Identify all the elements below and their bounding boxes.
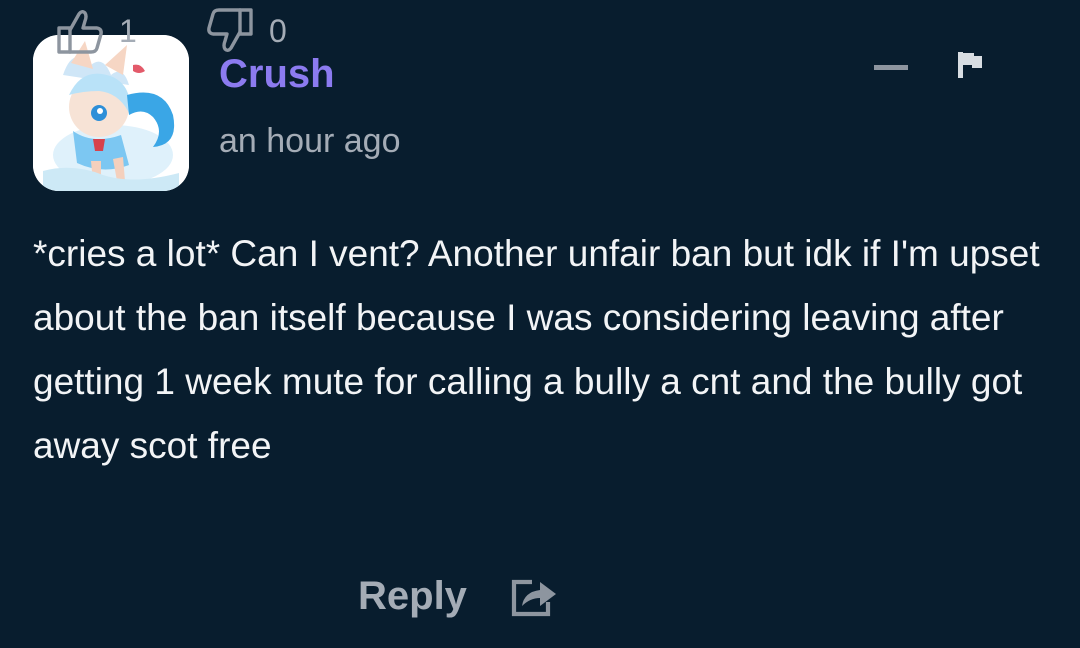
downvote-button[interactable]: 0	[205, 0, 287, 62]
collapse-button[interactable]	[870, 55, 914, 81]
flag-icon	[958, 52, 982, 78]
thumbs-up-icon	[57, 10, 103, 54]
timestamp: an hour ago	[219, 122, 401, 160]
share-button[interactable]	[508, 572, 560, 618]
comment-body: *cries a lot* Can I vent? Another unfair…	[33, 233, 1040, 466]
upvote-count: 1	[119, 12, 137, 49]
comment-card: Crush an hour ago *cries a lot* Can I ve…	[0, 0, 1080, 648]
reply-button[interactable]: Reply	[358, 570, 467, 622]
downvote-count: 0	[269, 12, 287, 49]
upvote-button[interactable]: 1	[55, 0, 137, 62]
share-icon	[511, 579, 556, 617]
minus-icon	[874, 65, 908, 70]
thumbs-down-icon	[207, 8, 253, 52]
report-button[interactable]	[950, 46, 990, 86]
